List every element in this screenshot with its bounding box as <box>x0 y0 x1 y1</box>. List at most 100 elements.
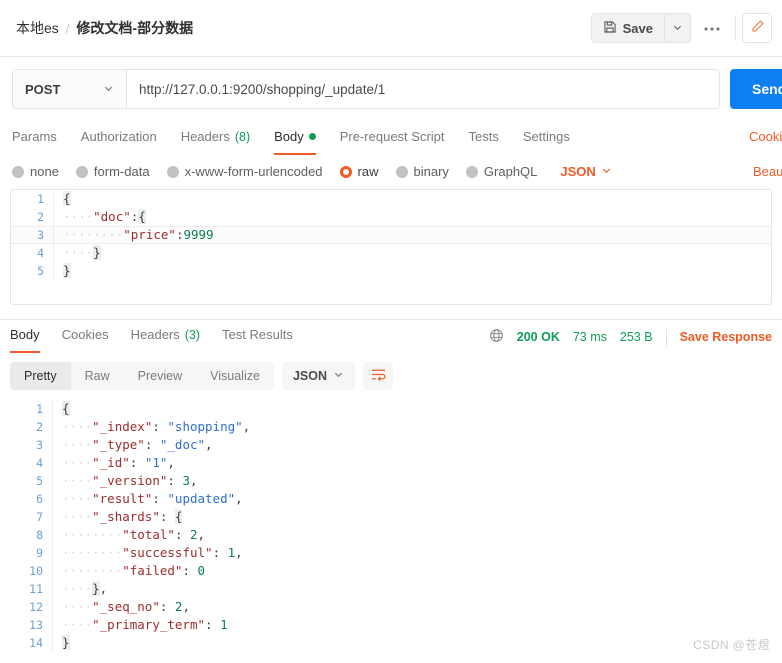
breadcrumb-root[interactable]: 本地es <box>16 18 59 38</box>
tab-label: Headers <box>130 327 180 342</box>
line-content: { <box>53 190 771 208</box>
line-content: ····} <box>53 244 771 262</box>
postman-window: 本地es / 修改文档-部分数据 Save POST http://127.0.… <box>0 0 782 663</box>
code-line[interactable]: 14} <box>10 634 772 652</box>
save-response-button[interactable]: Save Response <box>680 330 772 344</box>
tab-pre-request-script[interactable]: Pre-request Script <box>340 122 445 155</box>
code-line[interactable]: 13 ····"_primary_term": 1 <box>10 616 772 634</box>
word-wrap-button[interactable] <box>363 362 393 390</box>
code-line[interactable]: 2 ····"_index": "shopping", <box>10 418 772 436</box>
code-line[interactable]: 3 ····"_type": "_doc", <box>10 436 772 454</box>
line-number: 2 <box>37 210 44 224</box>
code-line[interactable]: 4 ····} <box>11 244 771 262</box>
body-type-graphql[interactable]: GraphQL <box>465 164 537 179</box>
method-select[interactable]: POST <box>13 70 127 108</box>
body-type-row: none form-data x-www-form-urlencoded raw… <box>0 155 782 189</box>
response-tab-headers[interactable]: Headers (3) <box>131 320 200 353</box>
code-line[interactable]: 1{ <box>11 190 771 208</box>
code-line[interactable]: 12 ····"_seq_no": 2, <box>10 598 772 616</box>
url-input[interactable]: http://127.0.0.1:9200/shopping/_update/1 <box>127 70 719 108</box>
radio-icon <box>395 165 408 178</box>
radio-icon <box>75 165 88 178</box>
body-type-raw[interactable]: raw <box>339 164 379 179</box>
body-type-x-www-form-urlencoded[interactable]: x-www-form-urlencoded <box>166 164 323 179</box>
body-type-label: none <box>30 164 59 179</box>
code-line[interactable]: 8 ········"total": 2, <box>10 526 772 544</box>
radio-icon <box>465 165 478 178</box>
code-line[interactable]: 10 ········"failed": 0 <box>10 562 772 580</box>
line-content: ····"_version": 3, <box>52 472 772 490</box>
response-meta: 200 OK 73 ms 253 B Save Response <box>489 328 772 353</box>
response-tab-body[interactable]: Body <box>10 320 40 353</box>
line-content: ····"_shards": { <box>52 508 772 526</box>
response-headers-count: (3) <box>184 327 201 342</box>
code-line[interactable]: 6 ····"result": "updated", <box>10 490 772 508</box>
code-line[interactable]: 5 ····"_version": 3, <box>10 472 772 490</box>
line-number: 10 <box>29 564 43 578</box>
response-tab-cookies[interactable]: Cookies <box>62 320 109 353</box>
body-type-none[interactable]: none <box>12 164 59 179</box>
breadcrumb-separator: / <box>65 20 70 36</box>
tab-params[interactable]: Params <box>12 122 57 155</box>
edit-button[interactable] <box>742 13 772 43</box>
tab-body[interactable]: Body <box>274 122 316 155</box>
save-button[interactable]: Save <box>590 13 664 43</box>
response-format-select[interactable]: JSON <box>281 362 355 390</box>
body-type-binary[interactable]: binary <box>395 164 449 179</box>
line-number: 13 <box>29 618 43 632</box>
line-content: { <box>52 400 772 418</box>
code-line[interactable]: 11 ····}, <box>10 580 772 598</box>
tab-headers[interactable]: Headers (8) <box>181 122 250 155</box>
chevron-down-icon <box>601 164 612 179</box>
view-mode-pretty[interactable]: Pretty <box>10 362 71 390</box>
code-line[interactable]: 5} <box>11 262 771 280</box>
request-code[interactable]: 1{ 2 ····"doc":{3 ········"price":9999 4 ····… <box>11 190 771 280</box>
tab-authorization[interactable]: Authorization <box>81 122 157 155</box>
line-number: 6 <box>36 492 43 506</box>
breadcrumb-leaf[interactable]: 修改文档-部分数据 <box>76 18 193 38</box>
response-size: 253 B <box>619 330 653 344</box>
view-mode-raw[interactable]: Raw <box>71 362 124 390</box>
save-button-group: Save <box>590 13 691 43</box>
response-tab-test-results[interactable]: Test Results <box>222 320 293 353</box>
chevron-down-icon <box>672 21 683 36</box>
request-format-select[interactable]: JSON <box>560 164 611 179</box>
view-mode-visualize[interactable]: Visualize <box>196 362 274 390</box>
beautify-link[interactable]: Beautify <box>753 164 782 179</box>
body-type-label: raw <box>357 164 379 179</box>
code-line[interactable]: 3 ········"price":9999 <box>11 226 771 244</box>
code-line[interactable]: 1{ <box>10 400 772 418</box>
tab-settings[interactable]: Settings <box>523 122 570 155</box>
line-number: 2 <box>36 420 43 434</box>
status-code: 200 OK <box>516 330 560 344</box>
line-content: ····"doc":{ <box>53 208 771 226</box>
line-number: 5 <box>36 474 43 488</box>
request-body-editor[interactable]: 1{ 2 ····"doc":{3 ········"price":9999 4 ····… <box>10 189 772 305</box>
response-format-label: JSON <box>292 369 327 383</box>
watermark: CSDN @苍煜 <box>693 638 770 652</box>
response-time: 73 ms <box>572 330 607 344</box>
line-content: ····"_id": "1", <box>52 454 772 472</box>
body-type-form-data[interactable]: form-data <box>75 164 150 179</box>
send-button[interactable]: Send <box>730 69 782 109</box>
line-number: 3 <box>36 438 43 452</box>
code-line[interactable]: 9 ········"successful": 1, <box>10 544 772 562</box>
tab-label: Authorization <box>80 129 157 144</box>
pencil-icon <box>750 19 765 37</box>
code-line[interactable]: 2 ····"doc":{ <box>11 208 771 226</box>
more-actions-button[interactable] <box>695 13 729 43</box>
radio-icon <box>12 165 24 178</box>
cookies-link[interactable]: Cookies <box>749 129 782 144</box>
line-number: 1 <box>36 402 43 416</box>
response-body-panel: 1{2 ····"_index": "shopping", 3 ····"_type"… <box>0 400 782 652</box>
tab-tests[interactable]: Tests <box>469 122 499 155</box>
globe-icon <box>489 328 504 346</box>
view-mode-preview[interactable]: Preview <box>124 362 196 390</box>
save-dropdown-button[interactable] <box>664 13 691 43</box>
code-line[interactable]: 7 ····"_shards": { <box>10 508 772 526</box>
line-number: 4 <box>36 456 43 470</box>
response-code[interactable]: 1{2 ····"_index": "shopping", 3 ····"_type"… <box>10 400 772 652</box>
code-line[interactable]: 4 ····"_id": "1", <box>10 454 772 472</box>
tab-label: Settings <box>522 129 570 144</box>
floppy-disk-icon <box>603 20 617 37</box>
